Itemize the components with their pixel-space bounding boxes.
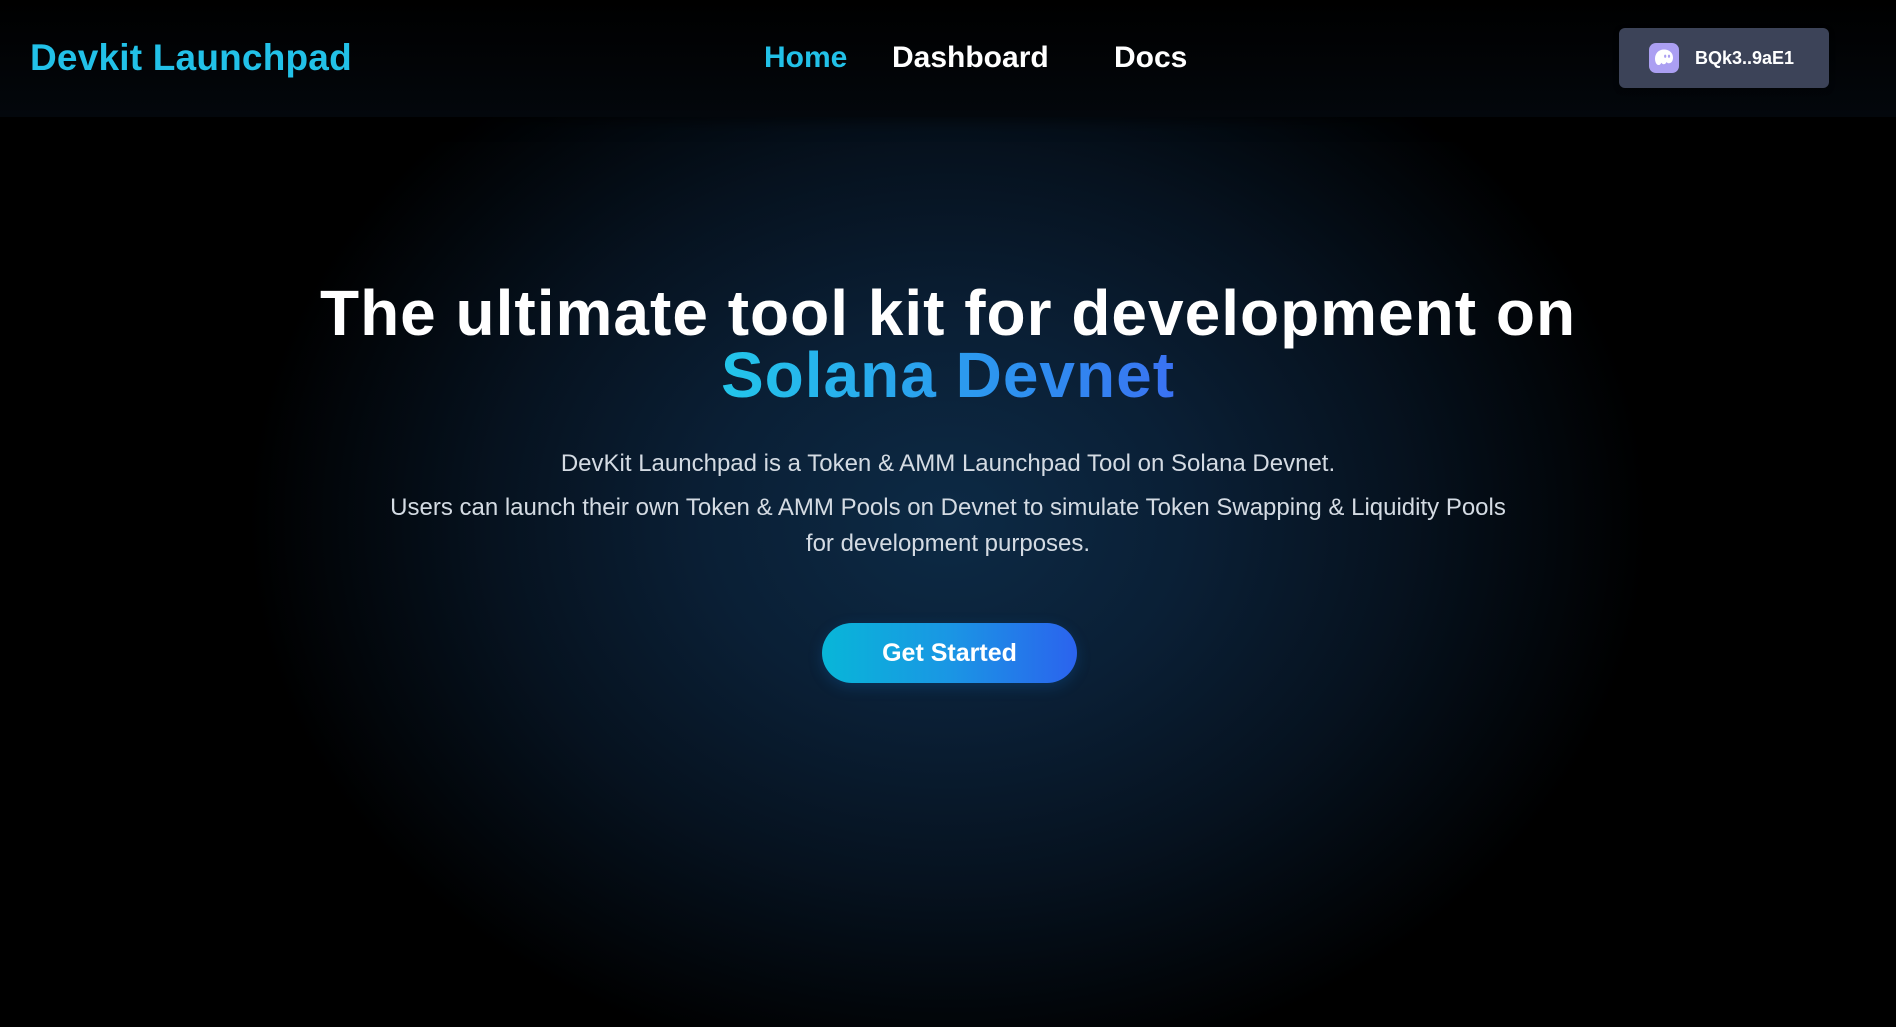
hero-description: DevKit Launchpad is a Token & AMM Launch… — [388, 446, 1508, 562]
ghost-icon-svg — [1655, 49, 1673, 65]
main-nav: Home Dashboard Docs — [0, 38, 1896, 82]
page: Devkit Launchpad Home Dashboard Docs BQk… — [0, 0, 1896, 1027]
hero-description-line1: DevKit Launchpad is a Token & AMM Launch… — [560, 450, 1336, 477]
hero-title: The ultimate tool kit for development on… — [0, 281, 1896, 407]
hero-description-line2: Users can launch their own Token & AMM P… — [390, 494, 1506, 557]
wallet-button[interactable]: BQk3..9aE1 — [1619, 28, 1829, 88]
hero-section: The ultimate tool kit for development on… — [0, 281, 1896, 562]
top-navbar: Devkit Launchpad Home Dashboard Docs BQk… — [0, 0, 1896, 117]
nav-link-docs[interactable]: Docs — [1114, 38, 1187, 78]
get-started-button[interactable]: Get Started — [822, 623, 1077, 683]
hero-title-highlight: Solana Devnet — [708, 343, 1188, 407]
nav-link-home[interactable]: Home — [764, 38, 847, 78]
wallet-address: BQk3..9aE1 — [1695, 47, 1795, 68]
phantom-ghost-icon — [1649, 43, 1679, 73]
nav-link-dashboard[interactable]: Dashboard — [892, 38, 1049, 78]
